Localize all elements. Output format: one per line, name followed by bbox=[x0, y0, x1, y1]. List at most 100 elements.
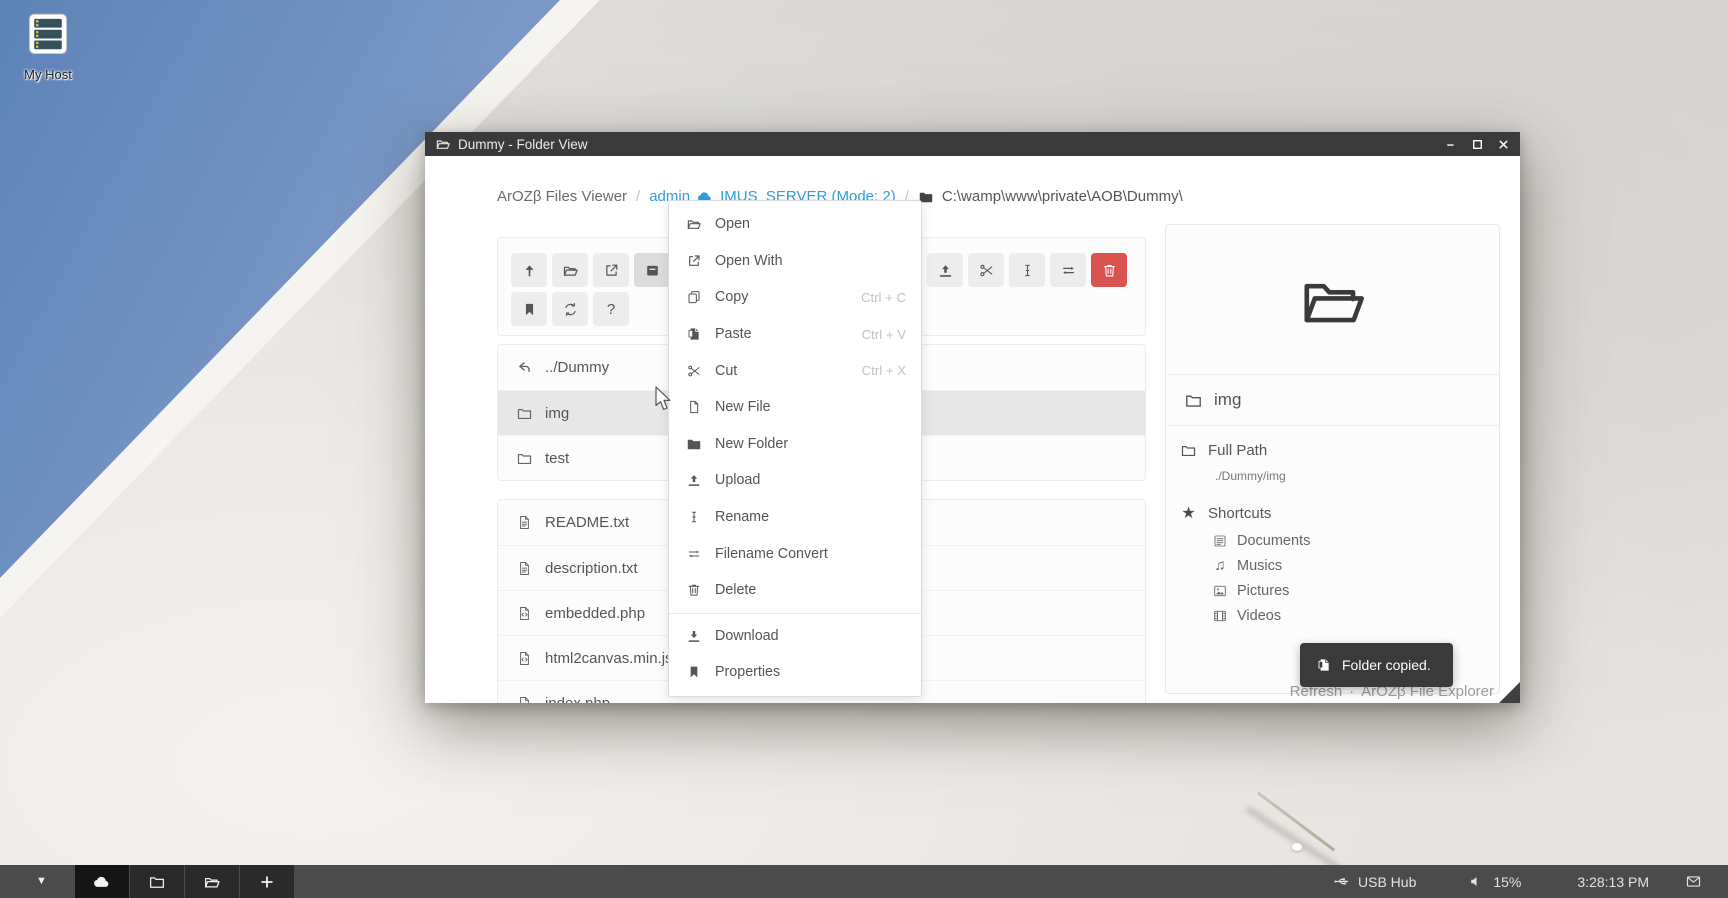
shortcut-label: Videos bbox=[1237, 608, 1281, 624]
menu-item-rename[interactable]: Rename bbox=[669, 499, 921, 536]
volume-level: 15% bbox=[1493, 874, 1521, 890]
filename-convert-button[interactable] bbox=[1050, 253, 1086, 287]
speaker-icon bbox=[1468, 873, 1485, 890]
folder-icon bbox=[1180, 442, 1197, 459]
resize-handle[interactable] bbox=[1499, 682, 1520, 703]
folder-view-window: Dummy - Folder View ArOZβ Files Viewer /… bbox=[425, 132, 1520, 703]
rename-button[interactable] bbox=[1009, 253, 1045, 287]
archive-button[interactable] bbox=[634, 253, 670, 287]
taskbar-launcher bbox=[75, 865, 294, 898]
film-icon bbox=[1212, 608, 1228, 624]
menu-item-label: Cut bbox=[715, 363, 737, 379]
paste-icon bbox=[686, 326, 702, 342]
up-button[interactable] bbox=[511, 253, 547, 287]
menu-item-shortcut: Ctrl + V bbox=[862, 327, 906, 342]
arrow-up-icon bbox=[521, 262, 538, 279]
copy-icon bbox=[686, 289, 702, 305]
menu-item-label: Filename Convert bbox=[715, 546, 828, 562]
clock: 3:28:13 PM bbox=[1577, 874, 1649, 890]
shortcut-documents[interactable]: Documents bbox=[1212, 532, 1499, 549]
swap-icon bbox=[686, 546, 702, 562]
usb-label: USB Hub bbox=[1358, 874, 1416, 890]
properties-panel: img Full Path ./Dummy/img ★ Shortcuts Do… bbox=[1165, 224, 1500, 694]
volume-status[interactable]: 15% bbox=[1468, 873, 1521, 890]
server-icon bbox=[25, 45, 71, 62]
file-code-icon bbox=[516, 650, 533, 667]
menu-item-label: Copy bbox=[715, 289, 748, 305]
shortcut-label: Musics bbox=[1237, 558, 1282, 574]
menu-item-properties[interactable]: Properties bbox=[669, 654, 921, 691]
menu-item-label: Paste bbox=[715, 326, 752, 342]
taskbar-app-files[interactable] bbox=[185, 865, 239, 898]
folder-open-icon bbox=[203, 873, 221, 891]
upload-button[interactable] bbox=[927, 253, 963, 287]
menu-item-label: Open bbox=[715, 216, 750, 232]
menu-item-label: Properties bbox=[715, 664, 780, 680]
scissors-icon bbox=[686, 363, 702, 379]
menu-item-new-folder[interactable]: New Folder bbox=[669, 426, 921, 463]
selected-item-label: img bbox=[1214, 390, 1241, 410]
menu-item-delete[interactable]: Delete bbox=[669, 572, 921, 609]
shortcut-musics[interactable]: ♫Musics bbox=[1212, 557, 1499, 574]
file-row-label: embedded.php bbox=[545, 605, 645, 622]
shortcut-label: Pictures bbox=[1237, 583, 1289, 599]
open-with-button[interactable] bbox=[593, 253, 629, 287]
taskbar-app-folder[interactable] bbox=[130, 865, 184, 898]
menu-item-upload[interactable]: Upload bbox=[669, 462, 921, 499]
menu-item-open[interactable]: Open bbox=[669, 206, 921, 243]
menu-item-new-file[interactable]: New File bbox=[669, 389, 921, 426]
new-file-icon bbox=[686, 399, 702, 415]
folder-row-label: ../Dummy bbox=[545, 359, 609, 376]
folder-icon bbox=[1184, 391, 1203, 410]
menu-item-shortcut: Ctrl + C bbox=[861, 290, 906, 305]
mail-icon[interactable] bbox=[1685, 873, 1702, 890]
shortcuts-label: Shortcuts bbox=[1208, 505, 1271, 522]
taskbar-app-cloud[interactable] bbox=[75, 865, 129, 898]
taskbar-menu-arrow[interactable]: ▼ bbox=[36, 876, 47, 887]
menu-item-label: Rename bbox=[715, 509, 769, 525]
menu-item-open-with[interactable]: Open With bbox=[669, 243, 921, 280]
paste-icon bbox=[1316, 657, 1332, 673]
scissors-icon bbox=[978, 262, 995, 279]
breadcrumb-path: C:\wamp\www\private\AOB\Dummy\ bbox=[918, 188, 1183, 205]
full-path-label: Full Path bbox=[1208, 442, 1267, 459]
upload-icon bbox=[686, 472, 702, 488]
menu-item-copy[interactable]: Copy Ctrl + C bbox=[669, 279, 921, 316]
shortcut-pictures[interactable]: Pictures bbox=[1212, 582, 1499, 599]
delete-button[interactable] bbox=[1091, 253, 1127, 287]
desktop-icon-my-host[interactable]: My Host bbox=[8, 12, 88, 82]
system-tray: USB Hub 15% 3:28:13 PM bbox=[1333, 873, 1702, 890]
folder-icon bbox=[516, 450, 533, 467]
properties-button[interactable] bbox=[511, 292, 547, 326]
folder-open-icon bbox=[562, 262, 579, 279]
full-path-value: ./Dummy/img bbox=[1166, 469, 1499, 483]
minimize-button[interactable] bbox=[1445, 138, 1458, 151]
close-button[interactable] bbox=[1497, 138, 1510, 151]
cut-button[interactable] bbox=[968, 253, 1004, 287]
menu-item-label: Download bbox=[715, 628, 779, 644]
menu-item-paste[interactable]: Paste Ctrl + V bbox=[669, 316, 921, 353]
taskbar: ▼ USB Hub 15% 3:28:13 PM bbox=[0, 865, 1728, 898]
shortcut-label: Documents bbox=[1237, 533, 1310, 549]
file-code-icon bbox=[516, 695, 533, 704]
refresh-button[interactable] bbox=[552, 292, 588, 326]
file-code-icon bbox=[516, 605, 533, 622]
usb-status[interactable]: USB Hub bbox=[1333, 873, 1416, 890]
menu-item-cut[interactable]: Cut Ctrl + X bbox=[669, 352, 921, 389]
menu-item-shortcut: Ctrl + X bbox=[862, 363, 906, 378]
window-titlebar[interactable]: Dummy - Folder View bbox=[425, 132, 1520, 156]
open-button[interactable] bbox=[552, 253, 588, 287]
shortcut-videos[interactable]: Videos bbox=[1212, 607, 1499, 624]
folder-open-icon bbox=[686, 216, 702, 232]
taskbar-app-add[interactable] bbox=[240, 865, 294, 898]
refresh-icon bbox=[562, 301, 579, 318]
help-button[interactable]: ? bbox=[593, 292, 629, 326]
external-icon bbox=[686, 253, 702, 269]
maximize-button[interactable] bbox=[1471, 138, 1484, 151]
menu-item-download[interactable]: Download bbox=[669, 618, 921, 655]
folder-filled-icon bbox=[686, 436, 702, 452]
breadcrumb-app: ArOZβ Files Viewer bbox=[497, 188, 627, 205]
trash-icon bbox=[1101, 262, 1118, 279]
menu-item-filename-convert[interactable]: Filename Convert bbox=[669, 535, 921, 572]
file-text-icon bbox=[516, 560, 533, 577]
